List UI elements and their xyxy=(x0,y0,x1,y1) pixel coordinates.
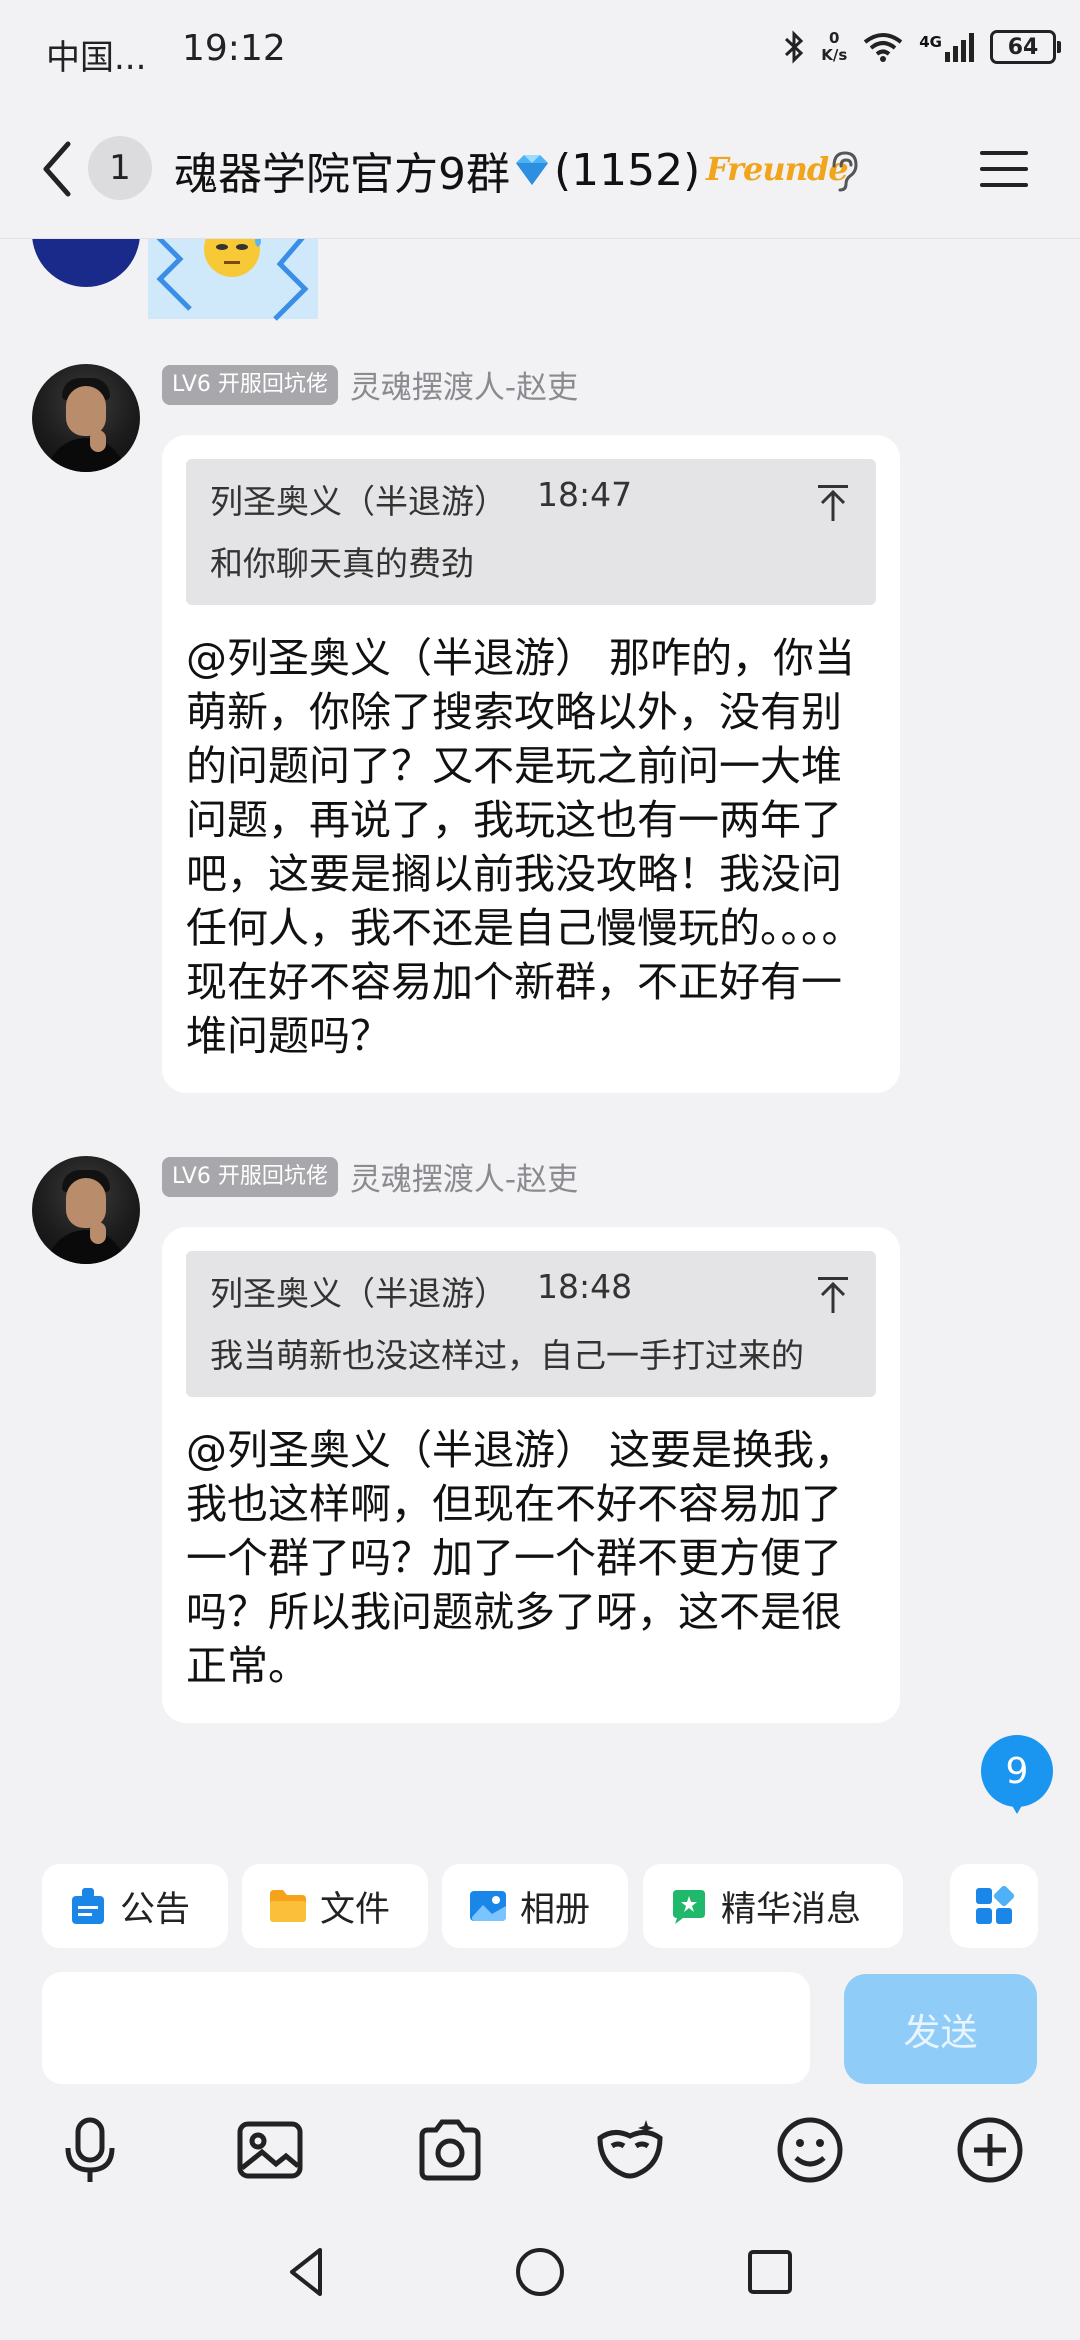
sender-info: LV6 开服回坑佬 灵魂摆渡人-赵吏 xyxy=(162,362,578,407)
more-apps-button[interactable] xyxy=(950,1864,1038,1948)
clock: 19:12 xyxy=(182,28,286,69)
album-icon xyxy=(470,1891,506,1921)
group-name: 魂器学院官方9群 xyxy=(174,149,510,200)
status-bar: 中国... 19:12 0 K/s 4G 64 xyxy=(0,0,1080,100)
message-list[interactable]: LV6 开服回坑佬 灵魂摆渡人-赵吏 列圣奥义（半退游） 18:47 和你聊天真… xyxy=(0,239,1080,1841)
essence-button[interactable]: 精华消息 xyxy=(643,1864,903,1948)
avatar[interactable] xyxy=(32,364,140,472)
status-icons: 0 K/s 4G 64 xyxy=(783,30,1061,64)
announcement-icon xyxy=(72,1888,104,1924)
level-tag: LV6 开服回坑佬 xyxy=(162,1156,338,1197)
bluetooth-icon xyxy=(785,30,804,64)
sender-info: LV6 开服回坑佬 灵魂摆渡人-赵吏 xyxy=(162,1154,578,1199)
message-input[interactable] xyxy=(42,1972,810,2084)
quote-author: 列圣奥义（半退游） xyxy=(210,1274,507,1313)
signal-icon: 4G xyxy=(919,32,974,62)
sender-name[interactable]: 灵魂摆渡人-赵吏 xyxy=(350,362,578,407)
album-label: 相册 xyxy=(520,1889,591,1930)
nav-back-icon[interactable] xyxy=(280,2244,336,2300)
avatar[interactable] xyxy=(32,1156,140,1264)
send-button[interactable]: 发送 xyxy=(844,1974,1037,2084)
network-type: 4G xyxy=(919,33,942,51)
chat-header: 1 魂器学院官方9群 (1152) Freunde xyxy=(0,100,1080,239)
network-speed: 0 K/s xyxy=(821,30,847,64)
apps-grid-icon xyxy=(976,1886,1014,1924)
message-bubble[interactable]: 列圣奥义（半退游） 18:47 和你聊天真的费劲 @列圣奥义（半退游） 那咋的，… xyxy=(162,435,900,1093)
essence-icon xyxy=(673,1890,705,1924)
sticker-mask-icon[interactable] xyxy=(594,2114,666,2186)
announcement-label: 公告 xyxy=(120,1889,191,1930)
camera-icon[interactable] xyxy=(414,2114,486,2186)
microphone-icon[interactable] xyxy=(54,2114,126,2186)
ear-icon[interactable] xyxy=(826,150,860,192)
member-count: (1152) xyxy=(554,144,701,196)
nav-recents-icon[interactable] xyxy=(742,2244,798,2300)
plus-icon[interactable] xyxy=(954,2114,1026,2186)
group-title[interactable]: 魂器学院官方9群 (1152) xyxy=(174,138,700,202)
back-button[interactable] xyxy=(34,136,84,202)
wifi-icon xyxy=(864,33,903,62)
jump-to-original-icon[interactable] xyxy=(816,1275,850,1315)
diamond-icon xyxy=(516,155,548,185)
carrier-label: 中国... xyxy=(46,38,147,78)
album-button[interactable]: 相册 xyxy=(442,1864,628,1948)
menu-button[interactable] xyxy=(978,148,1030,190)
files-button[interactable]: 文件 xyxy=(242,1864,428,1948)
battery-icon: 64 xyxy=(990,30,1061,64)
message-text: @列圣奥义（半退游） 那咋的，你当萌新，你除了搜索攻略以外，没有别的问题问了？又… xyxy=(186,634,863,1060)
quote-text: 我当萌新也没这样过，自己一手打过来的 xyxy=(210,1336,804,1375)
sender-name[interactable]: 灵魂摆渡人-赵吏 xyxy=(350,1154,578,1199)
quote-time: 18:47 xyxy=(537,475,633,514)
sticker-image[interactable] xyxy=(140,239,324,333)
message-text: @列圣奥义（半退游） 这要是换我，我也这样啊，但现在不好不容易加了一个群了吗？加… xyxy=(186,1426,856,1690)
quoted-message[interactable]: 列圣奥义（半退游） 18:48 我当萌新也没这样过，自己一手打过来的 xyxy=(186,1251,876,1397)
files-label: 文件 xyxy=(320,1889,391,1930)
jump-to-original-icon[interactable] xyxy=(816,483,850,523)
image-icon[interactable] xyxy=(234,2114,306,2186)
quoted-message[interactable]: 列圣奥义（半退游） 18:47 和你聊天真的费劲 xyxy=(186,459,876,605)
quote-time: 18:48 xyxy=(537,1267,633,1306)
unread-count-badge[interactable]: 1 xyxy=(88,136,152,200)
folder-icon xyxy=(270,1890,306,1922)
announcement-button[interactable]: 公告 xyxy=(42,1864,228,1948)
group-quick-actions: 公告 文件 相册 精华消息 xyxy=(0,1842,1080,1954)
speed-unit: K/s xyxy=(821,46,848,64)
quote-text: 和你聊天真的费劲 xyxy=(210,544,474,583)
message-bubble[interactable]: 列圣奥义（半退游） 18:48 我当萌新也没这样过，自己一手打过来的 @列圣奥义… xyxy=(162,1227,900,1723)
quote-author: 列圣奥义（半退游） xyxy=(210,482,507,521)
speed-value: 0 xyxy=(829,29,840,47)
nav-home-icon[interactable] xyxy=(512,2244,568,2300)
essence-label: 精华消息 xyxy=(721,1889,862,1930)
new-messages-badge[interactable]: 9 xyxy=(980,1734,1054,1814)
avatar[interactable] xyxy=(32,239,140,287)
emoji-icon[interactable] xyxy=(774,2114,846,2186)
new-messages-count: 9 xyxy=(1005,1750,1029,1792)
level-tag: LV6 开服回坑佬 xyxy=(162,364,338,405)
